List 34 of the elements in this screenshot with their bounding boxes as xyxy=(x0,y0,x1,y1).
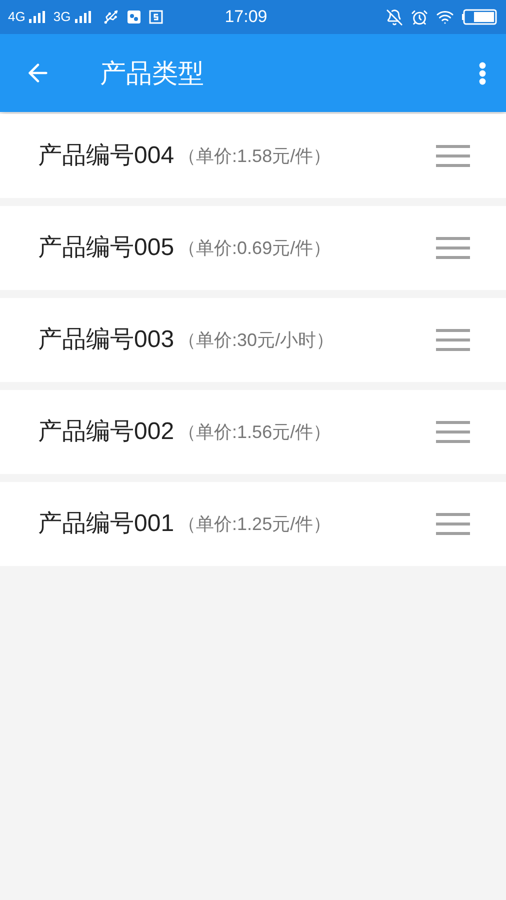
drag-handle-icon[interactable] xyxy=(436,513,470,535)
unit-price: （单价:1.56元/件） xyxy=(178,420,332,444)
drag-handle-icon[interactable] xyxy=(436,329,470,351)
product-name: 产品编号004 xyxy=(38,141,174,171)
product-name: 产品编号001 xyxy=(38,509,174,539)
unit-price: （单价:0.69元/件） xyxy=(178,236,332,260)
network-label: 3G xyxy=(53,8,71,26)
product-name: 产品编号005 xyxy=(38,233,174,263)
product-row[interactable]: 产品编号002 （单价:1.56元/件） xyxy=(0,390,506,474)
network-label: 4G xyxy=(8,8,26,26)
product-row[interactable]: 产品编号001 （单价:1.25元/件） xyxy=(0,482,506,566)
clock-time: 17:09 xyxy=(224,6,268,28)
app-icon xyxy=(148,10,163,24)
drag-handle-icon[interactable] xyxy=(436,145,470,167)
signal-icon xyxy=(74,11,91,23)
product-name: 产品编号003 xyxy=(38,325,174,355)
bell-off-icon xyxy=(386,8,403,26)
product-name: 产品编号002 xyxy=(38,417,174,447)
product-row[interactable]: 产品编号004 （单价:1.58元/件） xyxy=(0,114,506,198)
wifi-icon xyxy=(436,8,454,26)
app-icon xyxy=(126,10,141,24)
more-icon xyxy=(479,62,486,84)
unit-price: （单价:1.25元/件） xyxy=(178,512,332,536)
product-row[interactable]: 产品编号003 （单价:30元/小时） xyxy=(0,298,506,382)
unit-price: （单价:30元/小时） xyxy=(178,328,334,352)
page-title: 产品类型 xyxy=(100,56,204,90)
signal-icon xyxy=(29,11,46,23)
drag-handle-icon[interactable] xyxy=(436,421,470,443)
unit-price: （单价:1.58元/件） xyxy=(178,144,332,168)
battery-icon xyxy=(462,9,498,25)
usb-icon xyxy=(102,9,119,25)
product-row[interactable]: 产品编号005 （单价:0.69元/件） xyxy=(0,206,506,290)
drag-handle-icon[interactable] xyxy=(436,237,470,259)
alarm-icon xyxy=(411,8,428,26)
